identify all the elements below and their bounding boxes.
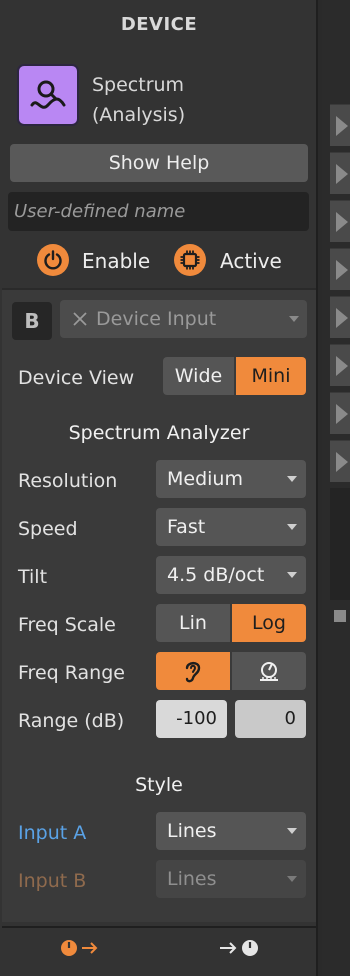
chevron-down-icon [287, 876, 297, 882]
footer-bar [2, 926, 316, 968]
close-icon[interactable] [72, 302, 88, 326]
chevron-down-icon [287, 524, 297, 530]
tilt-value: 4.5 dB/oct [167, 564, 265, 586]
chevron-down-icon [287, 476, 297, 482]
expand-track-button[interactable] [330, 200, 350, 242]
tilt-label: Tilt [18, 566, 48, 588]
expand-track-button[interactable] [330, 248, 350, 290]
input-b-label: Input B [18, 870, 87, 892]
input-a-label: Input A [18, 822, 87, 844]
expand-track-button[interactable] [330, 392, 350, 434]
device-name-line1: Spectrum [92, 74, 185, 96]
chip-icon [180, 250, 200, 270]
play-triangle-icon [336, 404, 348, 424]
play-triangle-icon [336, 356, 348, 376]
spectrum-analyzer-icon[interactable] [17, 64, 79, 126]
input-b-style-dropdown[interactable]: Lines [156, 860, 306, 898]
device-view-wide[interactable]: Wide [163, 357, 234, 395]
stop-square-icon[interactable] [334, 610, 346, 622]
ear-icon [185, 661, 201, 683]
freq-scale-log[interactable]: Log [232, 604, 306, 642]
resolution-value: Medium [167, 468, 243, 490]
active-label[interactable]: Active [220, 249, 282, 273]
track-strip-empty [330, 488, 350, 600]
play-triangle-icon [336, 212, 348, 232]
freq-range-ear-button[interactable] [156, 652, 230, 690]
chevron-down-icon [289, 316, 299, 322]
speed-value: Fast [167, 516, 206, 538]
freq-scale-label: Freq Scale [18, 614, 116, 636]
device-input-label: Device Input [96, 308, 217, 330]
play-triangle-icon [336, 164, 348, 184]
range-max-field[interactable]: 0 [235, 700, 306, 738]
style-heading: Style [135, 774, 183, 796]
resolution-label: Resolution [18, 470, 118, 492]
meter-in-icon[interactable] [218, 938, 262, 962]
enable-label[interactable]: Enable [82, 249, 150, 273]
input-a-style-value: Lines [167, 820, 217, 842]
resolution-dropdown[interactable]: Medium [156, 460, 306, 498]
spectrum-analyzer-heading: Spectrum Analyzer [68, 422, 250, 444]
device-view-label: Device View [18, 367, 135, 389]
freq-range-label: Freq Range [18, 662, 125, 684]
play-triangle-icon [336, 452, 348, 472]
chevron-down-icon [287, 572, 297, 578]
panel-title: DEVICE [120, 14, 198, 35]
enable-button[interactable] [37, 244, 69, 276]
expand-track-button[interactable] [330, 440, 350, 482]
meter-out-icon[interactable] [60, 938, 102, 962]
input-b-style-value: Lines [167, 868, 217, 890]
play-triangle-icon [336, 308, 348, 328]
play-triangle-icon [336, 116, 348, 136]
freq-scale-lin[interactable]: Lin [156, 604, 230, 642]
expand-track-button[interactable] [330, 104, 350, 146]
expand-track-button[interactable] [330, 296, 350, 338]
active-button[interactable] [174, 244, 206, 276]
device-panel: DEVICE Spectrum (Analysis) Show Help Ena… [0, 0, 318, 976]
device-input-dropdown[interactable]: Device Input [60, 300, 307, 338]
input-b-badge[interactable]: B [12, 302, 52, 340]
user-defined-name-input[interactable] [8, 192, 309, 231]
play-triangle-icon [336, 260, 348, 280]
expand-track-button[interactable] [330, 344, 350, 386]
device-view-mini[interactable]: Mini [236, 357, 306, 395]
range-min-field[interactable]: -100 [156, 700, 227, 738]
device-name: Spectrum (Analysis) [92, 70, 302, 130]
tilt-dropdown[interactable]: 4.5 dB/oct [156, 556, 306, 594]
range-db-label: Range (dB) [18, 710, 125, 732]
speed-label: Speed [18, 518, 78, 540]
power-icon [44, 250, 62, 270]
device-name-line2: (Analysis) [92, 104, 186, 126]
input-a-style-dropdown[interactable]: Lines [156, 812, 306, 850]
expand-track-button[interactable] [330, 152, 350, 194]
chevron-down-icon [287, 828, 297, 834]
meter-icon [260, 662, 278, 681]
speed-dropdown[interactable]: Fast [156, 508, 306, 546]
freq-range-meter-button[interactable] [232, 652, 306, 690]
show-help-button[interactable]: Show Help [10, 144, 308, 182]
track-strip [322, 0, 350, 976]
